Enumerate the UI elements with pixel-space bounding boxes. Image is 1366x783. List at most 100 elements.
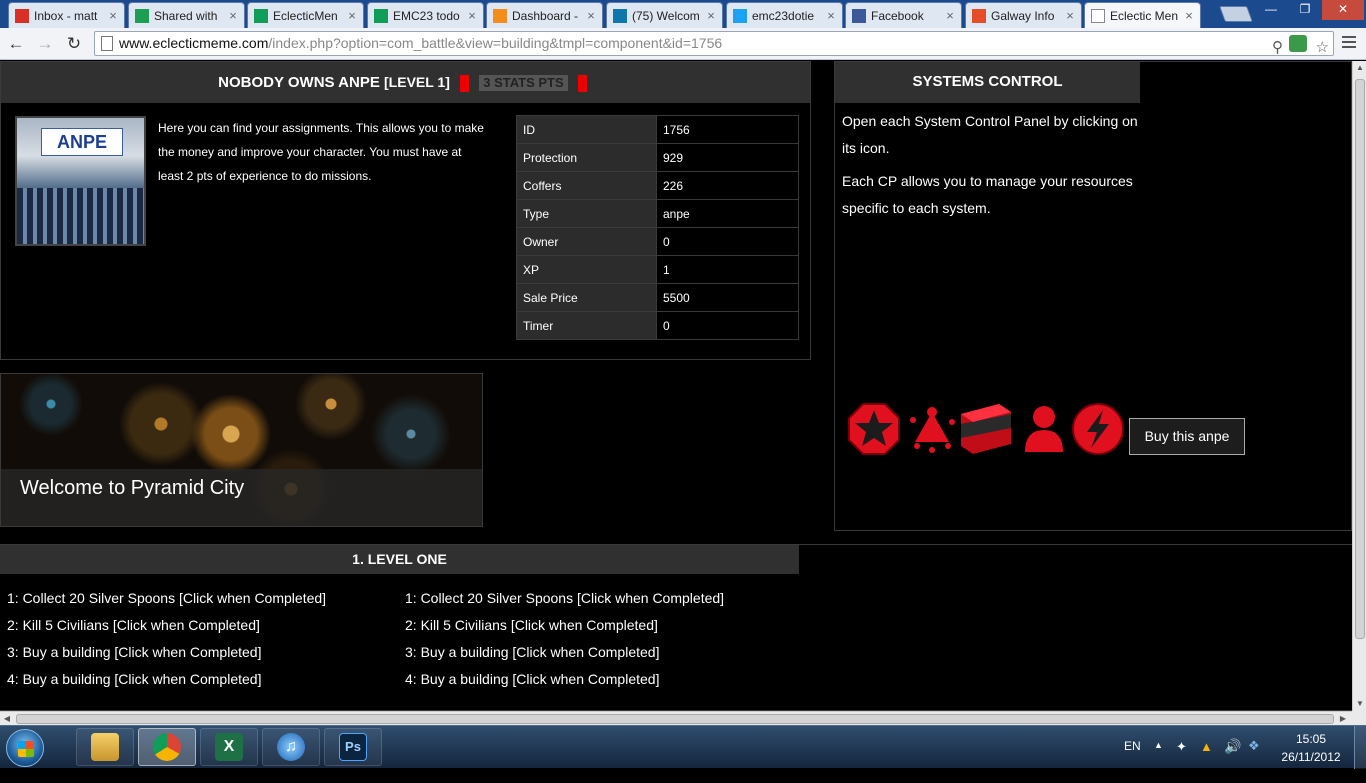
browser-tab[interactable]: EMC23 todo ×	[367, 2, 484, 28]
horizontal-scrollbar[interactable]: ◀ ▶	[0, 711, 1352, 725]
browser-tab[interactable]: Facebook ×	[845, 2, 962, 28]
dropbox-icon[interactable]: ❖	[1248, 738, 1260, 781]
info-key: Protection	[516, 143, 657, 172]
task-item[interactable]: 1: Collect 20 Silver Spoons [Click when …	[405, 585, 724, 612]
close-tab-icon[interactable]: ×	[345, 8, 359, 23]
info-row: Owner 0	[516, 227, 799, 256]
photoshop-label: Ps	[339, 733, 367, 761]
browser-tab[interactable]: Shared with ×	[128, 2, 245, 28]
box-icon[interactable]	[959, 402, 1013, 456]
close-tab-icon[interactable]: ×	[226, 8, 240, 23]
url-path: /index.php?option=com_battle&view=buildi…	[268, 35, 723, 51]
tab-label: Facebook	[871, 8, 924, 23]
chrome-icon[interactable]	[138, 728, 196, 766]
scroll-right-arrow[interactable]: ▶	[1336, 712, 1350, 726]
close-tab-icon[interactable]: ×	[1182, 8, 1196, 23]
explorer-icon[interactable]	[76, 728, 134, 766]
close-tab-icon[interactable]: ×	[704, 8, 718, 23]
pin-icon[interactable]: ✦	[1176, 739, 1187, 782]
clock-date: 26/11/2012	[1281, 750, 1341, 764]
maximize-button[interactable]: ❐	[1290, 0, 1320, 20]
scroll-down-arrow[interactable]: ▼	[1353, 697, 1366, 711]
reload-button[interactable]: ↻	[63, 33, 85, 55]
system-clock[interactable]: 15:05 26/11/2012	[1276, 730, 1346, 766]
task-item[interactable]: 2: Kill 5 Civilians [Click when Complete…	[7, 612, 326, 639]
building-panel: NOBODY OWNS ANPE [LEVEL 1] 3 STATS PTS A…	[0, 61, 811, 360]
person-icon[interactable]	[1017, 402, 1071, 456]
close-window-button[interactable]: ✕	[1322, 0, 1364, 20]
banner-caption: Welcome to Pyramid City	[1, 469, 482, 526]
new-tab-button[interactable]	[1219, 6, 1253, 22]
buy-building-button[interactable]: Buy this anpe	[1129, 418, 1245, 455]
tab-label: emc23dotie	[752, 8, 815, 23]
address-bar[interactable]: www.eclecticmeme.com/index.php?option=co…	[94, 31, 1334, 56]
molecule-triangle-icon[interactable]	[905, 402, 959, 456]
twitter-icon	[733, 8, 747, 23]
tab-label: Inbox - matt	[34, 8, 98, 23]
star-octagon-icon[interactable]	[847, 402, 901, 456]
info-row: Protection 929	[516, 143, 799, 172]
info-row: Coffers 226	[516, 171, 799, 200]
lightning-icon[interactable]	[1071, 402, 1125, 456]
tab-label: Eclectic Men	[1110, 8, 1179, 23]
linkedin-icon	[613, 8, 627, 23]
close-tab-icon[interactable]: ×	[943, 8, 957, 23]
task-item[interactable]: 4: Buy a building [Click when Completed]	[7, 666, 326, 693]
task-item[interactable]: 2: Kill 5 Civilians [Click when Complete…	[405, 612, 724, 639]
close-tab-icon[interactable]: ×	[465, 8, 479, 23]
info-key: Sale Price	[516, 283, 657, 312]
info-row: XP 1	[516, 255, 799, 284]
browser-tab[interactable]: emc23dotie ×	[726, 2, 843, 28]
show-desktop-button[interactable]	[1354, 726, 1366, 769]
info-key: XP	[516, 255, 657, 284]
photoshop-icon[interactable]: Ps	[324, 728, 382, 766]
close-tab-icon[interactable]: ×	[824, 8, 838, 23]
menu-icon[interactable]	[1342, 36, 1356, 50]
info-row: Type anpe	[516, 199, 799, 228]
building-description: Here you can find your assignments. This…	[158, 121, 484, 183]
browser-tab[interactable]: EclecticMen ×	[247, 2, 364, 28]
browser-tab[interactable]: (75) Welcom ×	[606, 2, 723, 28]
systems-instruction: Open each System Control Panel by clicki…	[842, 113, 1138, 156]
info-value: 0	[656, 311, 799, 340]
scroll-up-arrow[interactable]: ▲	[1353, 61, 1366, 75]
task-item[interactable]: 1: Collect 20 Silver Spoons [Click when …	[7, 585, 326, 612]
volume-icon[interactable]: 🔊	[1224, 738, 1241, 781]
close-tab-icon[interactable]: ×	[1063, 8, 1077, 23]
task-item[interactable]: 3: Buy a building [Click when Completed]	[405, 639, 724, 666]
show-hidden-icons[interactable]: ▲	[1154, 740, 1163, 783]
scroll-thumb[interactable]	[16, 714, 1334, 724]
extension-icon[interactable]	[1289, 35, 1307, 52]
browser-tab[interactable]: Eclectic Men ×	[1084, 2, 1201, 28]
task-item[interactable]: 4: Buy a building [Click when Completed]	[405, 666, 724, 693]
drive-sync-icon[interactable]: ▲	[1200, 739, 1213, 782]
close-tab-icon[interactable]: ×	[584, 8, 598, 23]
minimize-button[interactable]: —	[1256, 0, 1286, 20]
scroll-left-arrow[interactable]: ◀	[0, 712, 14, 726]
info-row: Timer 0	[516, 311, 799, 340]
language-indicator[interactable]: EN	[1124, 739, 1141, 782]
browser-tab[interactable]: Inbox - matt ×	[8, 2, 125, 28]
info-value: 226	[656, 171, 799, 200]
close-tab-icon[interactable]: ×	[106, 8, 120, 23]
windows-logo-icon	[18, 741, 34, 757]
systems-control-panel: SYSTEMS CONTROL Open each System Control…	[834, 61, 1352, 531]
forward-button[interactable]: →	[34, 33, 56, 55]
excel-icon[interactable]: X	[200, 728, 258, 766]
vertical-scrollbar[interactable]: ▲ ▼	[1352, 61, 1366, 711]
browser-tab[interactable]: Dashboard - ×	[486, 2, 603, 28]
building-title: NOBODY OWNS ANPE [LEVEL 1] 3 STATS PTS	[1, 62, 810, 103]
drive-icon	[135, 8, 149, 23]
info-value: 5500	[656, 283, 799, 312]
start-button[interactable]	[6, 729, 44, 767]
back-button[interactable]: ←	[5, 33, 27, 55]
bookmark-star-icon[interactable]: ☆	[1316, 36, 1329, 59]
browser-tab[interactable]: Galway Info ×	[965, 2, 1082, 28]
page-content: NOBODY OWNS ANPE [LEVEL 1] 3 STATS PTS A…	[0, 61, 1352, 711]
itunes-icon[interactable]: ♫	[262, 728, 320, 766]
scroll-thumb[interactable]	[1355, 79, 1365, 639]
task-list: 1: Collect 20 Silver Spoons [Click when …	[405, 585, 724, 693]
task-item[interactable]: 3: Buy a building [Click when Completed]	[7, 639, 326, 666]
info-row: Sale Price 5500	[516, 283, 799, 312]
zoom-icon[interactable]: ⚲	[1272, 36, 1283, 59]
